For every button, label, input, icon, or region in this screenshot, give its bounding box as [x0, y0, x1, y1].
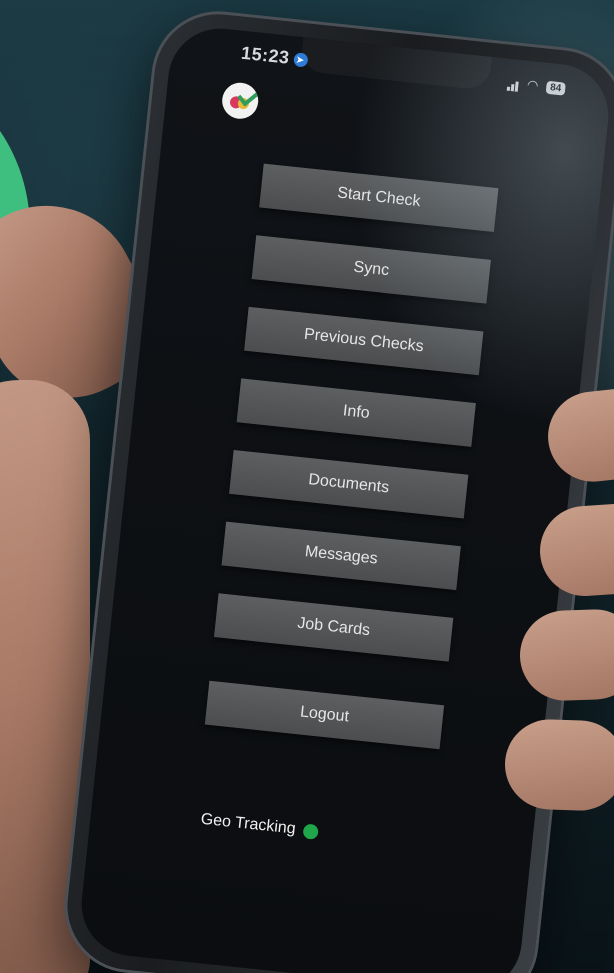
sync-button[interactable]: Sync	[251, 235, 491, 304]
time-text: 15:23	[240, 42, 291, 68]
phone-screen: 15:23 ➤ ◠ 84 Start Check Sync Previous Ch…	[76, 23, 614, 973]
job-cards-button[interactable]: Job Cards	[214, 593, 454, 662]
app-logo	[220, 81, 260, 121]
status-bar-right: ◠ 84	[506, 75, 566, 97]
hand-finger-4	[503, 717, 614, 813]
battery-icon: 84	[545, 80, 566, 96]
documents-button[interactable]: Documents	[229, 450, 469, 519]
info-button[interactable]: Info	[236, 378, 476, 447]
geo-tracking-status: Geo Tracking	[200, 810, 320, 841]
cellular-signal-icon	[506, 75, 520, 92]
location-arrow-icon: ➤	[292, 52, 309, 68]
geo-tracking-label: Geo Tracking	[200, 810, 297, 838]
logout-button[interactable]: Logout	[204, 680, 445, 750]
main-menu: Start Check Sync Previous Checks Info Do…	[160, 153, 600, 750]
photo-scene: 15:23 ➤ ◠ 84 Start Check Sync Previous Ch…	[0, 0, 614, 973]
messages-button[interactable]: Messages	[221, 521, 461, 591]
start-check-button[interactable]: Start Check	[259, 163, 499, 233]
previous-checks-button[interactable]: Previous Checks	[244, 306, 484, 376]
phone: 15:23 ➤ ◠ 84 Start Check Sync Previous Ch…	[61, 8, 614, 973]
phone-notch	[299, 37, 493, 91]
status-bar-time: 15:23 ➤	[240, 42, 309, 71]
wifi-icon: ◠	[526, 76, 540, 93]
geo-tracking-indicator-dot	[302, 822, 320, 840]
